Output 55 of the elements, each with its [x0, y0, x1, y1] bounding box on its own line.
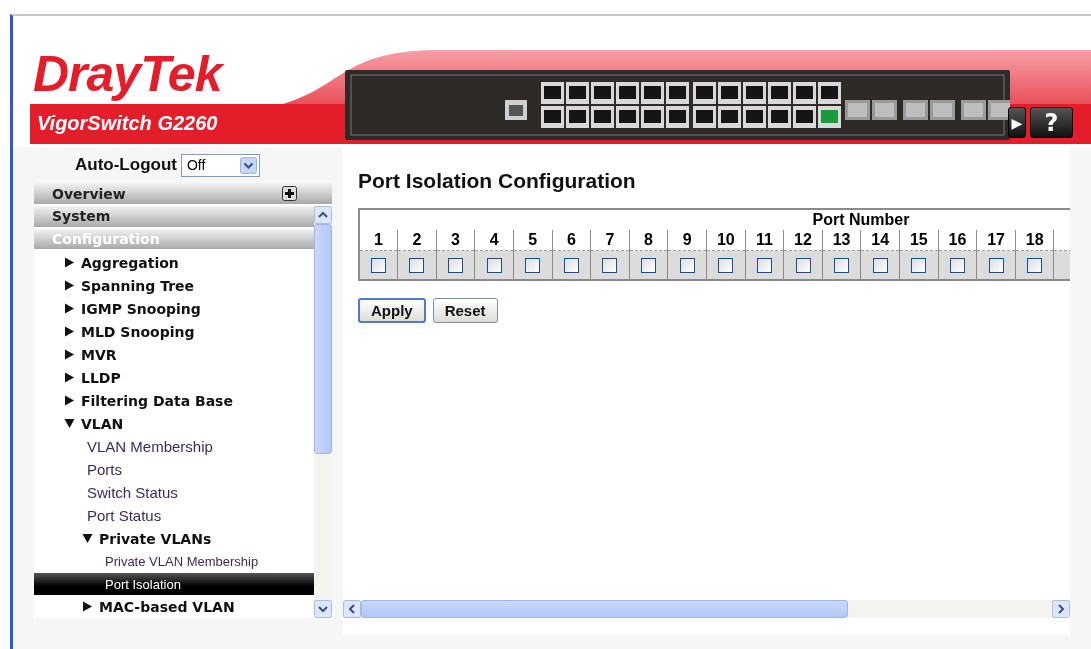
column-header: Port Number — [359, 209, 1070, 230]
menu-item[interactable]: VLAN — [34, 412, 314, 435]
next-button[interactable]: ▶ — [1008, 107, 1026, 138]
checkbox[interactable] — [872, 258, 888, 274]
reset-button[interactable]: Reset — [432, 298, 498, 323]
menu-item[interactable]: Ports — [34, 458, 314, 481]
checkbox[interactable] — [679, 258, 695, 274]
menu-item[interactable]: IGMP Snooping — [34, 297, 314, 320]
menu-item[interactable]: Port Status — [34, 504, 314, 527]
horizontal-scrollbar[interactable] — [343, 600, 1070, 618]
menu-item[interactable]: Private VLANs — [34, 527, 314, 550]
scrollbar-thumb[interactable] — [361, 600, 848, 618]
menu-item[interactable]: VLAN Membership — [34, 435, 314, 458]
checkbox[interactable] — [409, 258, 425, 274]
menu-item[interactable]: MLD Snooping — [34, 320, 314, 343]
menu-item[interactable]: Filtering Data Base — [34, 389, 314, 412]
checkbox[interactable] — [486, 258, 502, 274]
checkbox[interactable] — [525, 258, 541, 274]
vertical-scrollbar[interactable] — [314, 206, 332, 618]
checkbox[interactable] — [641, 258, 657, 274]
apply-button[interactable]: Apply — [358, 298, 426, 323]
menu-item[interactable]: Aggregation — [34, 251, 314, 274]
page-title: Port Isolation Configuration — [358, 169, 637, 193]
checkbox[interactable] — [371, 258, 387, 274]
menu-section[interactable]: System — [34, 206, 314, 227]
auto-logout-select[interactable]: Off — [180, 153, 260, 177]
menu-item[interactable]: MVR — [34, 343, 314, 366]
scroll-down-icon — [314, 600, 332, 618]
checkbox[interactable] — [911, 258, 927, 274]
checkbox[interactable] — [563, 258, 579, 274]
checkbox[interactable] — [795, 258, 811, 274]
checkbox[interactable] — [602, 258, 618, 274]
checkbox[interactable] — [988, 258, 1004, 274]
help-button[interactable]: ? — [1030, 107, 1073, 138]
checkbox[interactable] — [448, 258, 463, 274]
menu-item[interactable]: MAC-based VLAN — [34, 595, 314, 618]
checkbox[interactable] — [834, 258, 850, 274]
checkbox[interactable] — [1027, 258, 1043, 274]
menu-section[interactable]: Overview — [34, 183, 332, 204]
auto-logout-label: Auto-Logout — [75, 155, 177, 175]
menu-item[interactable]: Port Isolation — [34, 573, 314, 595]
scroll-right-icon — [1052, 600, 1070, 618]
checkbox[interactable] — [718, 258, 734, 274]
model-name: VigorSwitch G2260 — [37, 111, 218, 136]
column-header: 1 — [359, 230, 398, 251]
menu-item[interactable]: Private VLAN Membership — [34, 550, 314, 573]
checkbox[interactable] — [756, 258, 772, 274]
checkbox[interactable] — [949, 258, 965, 274]
scroll-up-icon — [314, 206, 332, 224]
caret-icon — [239, 156, 257, 174]
scrollbar-thumb[interactable] — [314, 224, 332, 454]
menu-item[interactable]: Switch Status — [34, 481, 314, 504]
menu-item[interactable]: Spanning Tree — [34, 274, 314, 297]
menu-item[interactable]: LLDP — [34, 366, 314, 389]
scroll-left-icon — [343, 600, 361, 618]
